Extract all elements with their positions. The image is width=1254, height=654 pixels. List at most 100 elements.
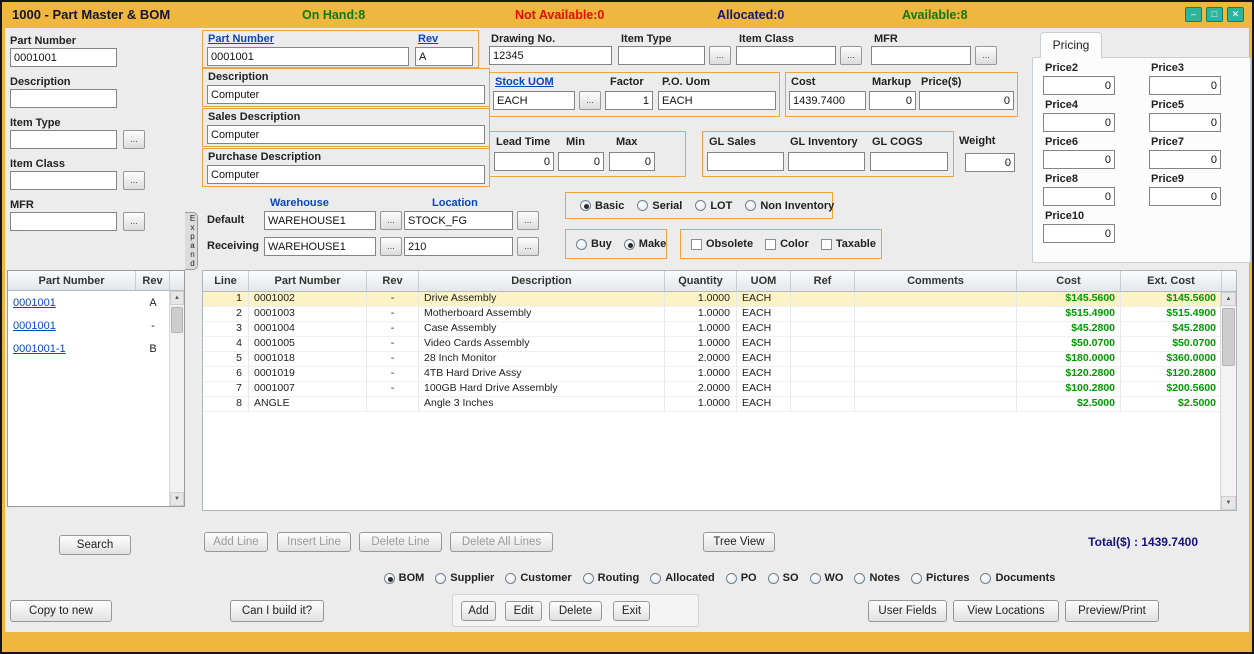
stock-uom-lookup-button[interactable]: ... [579, 91, 601, 110]
col-cost[interactable]: Cost [1017, 271, 1121, 291]
checkbox-color[interactable]: Color [765, 238, 809, 250]
checkbox-taxable[interactable]: Taxable [820, 238, 876, 250]
nav-routing[interactable]: Routing [582, 572, 639, 584]
minimize-icon[interactable]: – [1185, 7, 1202, 22]
col-part-number[interactable]: Part Number [249, 271, 367, 291]
nav-allocated[interactable]: Allocated [650, 572, 715, 584]
sales-description-field[interactable] [207, 125, 485, 144]
search-mfr-input[interactable] [10, 212, 117, 231]
add-line-button[interactable]: Add Line [204, 532, 268, 552]
radio-serial[interactable]: Serial [637, 200, 682, 212]
purchase-description-field[interactable] [207, 165, 485, 184]
lead-time-field[interactable] [494, 152, 554, 171]
search-item-type-input[interactable] [10, 130, 117, 149]
table-row[interactable]: 1 0001002- Drive Assembly 1.0000 EACH $145.56… [203, 292, 1236, 307]
user-fields-button[interactable]: User Fields [868, 600, 947, 622]
stock-uom-label[interactable]: Stock UOM [495, 76, 554, 88]
view-locations-button[interactable]: View Locations [953, 600, 1059, 622]
radio-lot[interactable]: LOT [695, 200, 732, 212]
price7-field[interactable] [1149, 150, 1221, 169]
nav-wo[interactable]: WO [809, 572, 843, 584]
maximize-icon[interactable]: □ [1206, 7, 1223, 22]
default-warehouse-lookup-button[interactable]: ... [380, 211, 402, 230]
gl-cogs-field[interactable] [870, 152, 948, 171]
item-type-lookup-button[interactable]: ... [709, 46, 731, 65]
table-row[interactable]: 8 ANGLE Angle 3 Inches 1.0000 EACH $2.5000 $2.… [203, 397, 1236, 412]
price5-field[interactable] [1149, 113, 1221, 132]
price4-field[interactable] [1043, 113, 1115, 132]
list-scrollbar[interactable]: ▲ ▼ [169, 291, 184, 506]
search-mfr-lookup-button[interactable]: ... [123, 212, 145, 231]
part-link[interactable]: 0001001 [8, 320, 136, 332]
expand-tab[interactable]: Expand [185, 212, 198, 270]
nav-so[interactable]: SO [767, 572, 799, 584]
scroll-down-icon[interactable]: ▼ [170, 492, 184, 506]
scroll-up-icon[interactable]: ▲ [1221, 292, 1236, 306]
price9-field[interactable] [1149, 187, 1221, 206]
drawing-no-field[interactable] [489, 46, 612, 65]
col-rev[interactable]: Rev [367, 271, 419, 291]
nav-customer[interactable]: Customer [505, 572, 572, 584]
table-row[interactable]: 7 0001007-100GB Hard Drive Assembly 2.0000… [203, 382, 1236, 397]
checkbox-obsolete[interactable]: Obsolete [691, 238, 753, 250]
max-field[interactable] [609, 152, 655, 171]
default-warehouse-field[interactable] [264, 211, 376, 230]
delete-line-button[interactable]: Delete Line [359, 532, 442, 552]
table-row[interactable]: 3 0001004- Case Assembly 1.0000 EACH $45.2800… [203, 322, 1236, 337]
description-field[interactable] [207, 85, 485, 104]
search-button[interactable]: Search [59, 535, 131, 555]
radio-buy[interactable]: Buy [576, 238, 612, 250]
table-row[interactable]: 6 0001019-4TB Hard Drive Assy 1.0000 EACH $1… [203, 367, 1236, 382]
po-uom-field[interactable] [658, 91, 776, 110]
nav-documents[interactable]: Documents [980, 572, 1055, 584]
nav-po[interactable]: PO [725, 572, 757, 584]
col-quantity[interactable]: Quantity [665, 271, 737, 291]
list-item[interactable]: 0001001-1 B [8, 337, 184, 360]
delete-all-lines-button[interactable]: Delete All Lines [450, 532, 553, 552]
default-location-field[interactable] [404, 211, 513, 230]
radio-non-inventory[interactable]: Non Inventory [745, 200, 834, 212]
col-ext-cost[interactable]: Ext. Cost [1121, 271, 1222, 291]
part-number-column-header[interactable]: Part Number [8, 271, 136, 290]
item-type-field[interactable] [618, 46, 705, 65]
scroll-up-icon[interactable]: ▲ [170, 291, 184, 305]
receiving-warehouse-lookup-button[interactable]: ... [380, 237, 402, 256]
search-part-number-input[interactable] [10, 48, 117, 67]
markup-field[interactable] [869, 91, 916, 110]
col-comments[interactable]: Comments [855, 271, 1017, 291]
insert-line-button[interactable]: Insert Line [277, 532, 351, 552]
stock-uom-field[interactable] [493, 91, 575, 110]
add-button[interactable]: Add [461, 601, 496, 621]
gl-sales-field[interactable] [707, 152, 784, 171]
price6-field[interactable] [1043, 150, 1115, 169]
part-link[interactable]: 0001001 [8, 297, 136, 309]
table-row[interactable]: 4 0001005- Video Cards Assembly 1.0000 EACH $… [203, 337, 1236, 352]
scrollbar-thumb[interactable] [1222, 308, 1235, 366]
radio-make[interactable]: Make [623, 238, 666, 250]
col-description[interactable]: Description [419, 271, 665, 291]
radio-basic[interactable]: Basic [580, 200, 624, 212]
copy-to-new-button[interactable]: Copy to new [10, 600, 112, 622]
search-description-input[interactable] [10, 89, 117, 108]
mfr-field[interactable] [871, 46, 971, 65]
col-ref[interactable]: Ref [791, 271, 855, 291]
price3-field[interactable] [1149, 76, 1221, 95]
receiving-location-lookup-button[interactable]: ... [517, 237, 539, 256]
weight-field[interactable] [965, 153, 1015, 172]
receiving-warehouse-field[interactable] [264, 237, 376, 256]
col-line[interactable]: Line [203, 271, 249, 291]
default-location-lookup-button[interactable]: ... [517, 211, 539, 230]
close-icon[interactable]: ✕ [1227, 7, 1244, 22]
can-i-build-it-button[interactable]: Can I build it? [230, 600, 324, 622]
preview-print-button[interactable]: Preview/Print [1065, 600, 1159, 622]
price2-field[interactable] [1043, 76, 1115, 95]
search-item-class-input[interactable] [10, 171, 117, 190]
search-item-type-lookup-button[interactable]: ... [123, 130, 145, 149]
table-row[interactable]: 2 0001003- Motherboard Assembly 1.0000 EACH $… [203, 307, 1236, 322]
list-item[interactable]: 0001001 - [8, 314, 184, 337]
exit-button[interactable]: Exit [613, 601, 650, 621]
receiving-location-field[interactable] [404, 237, 513, 256]
min-field[interactable] [558, 152, 604, 171]
scroll-down-icon[interactable]: ▼ [1221, 496, 1236, 510]
table-scrollbar[interactable]: ▲ ▼ [1220, 292, 1236, 510]
